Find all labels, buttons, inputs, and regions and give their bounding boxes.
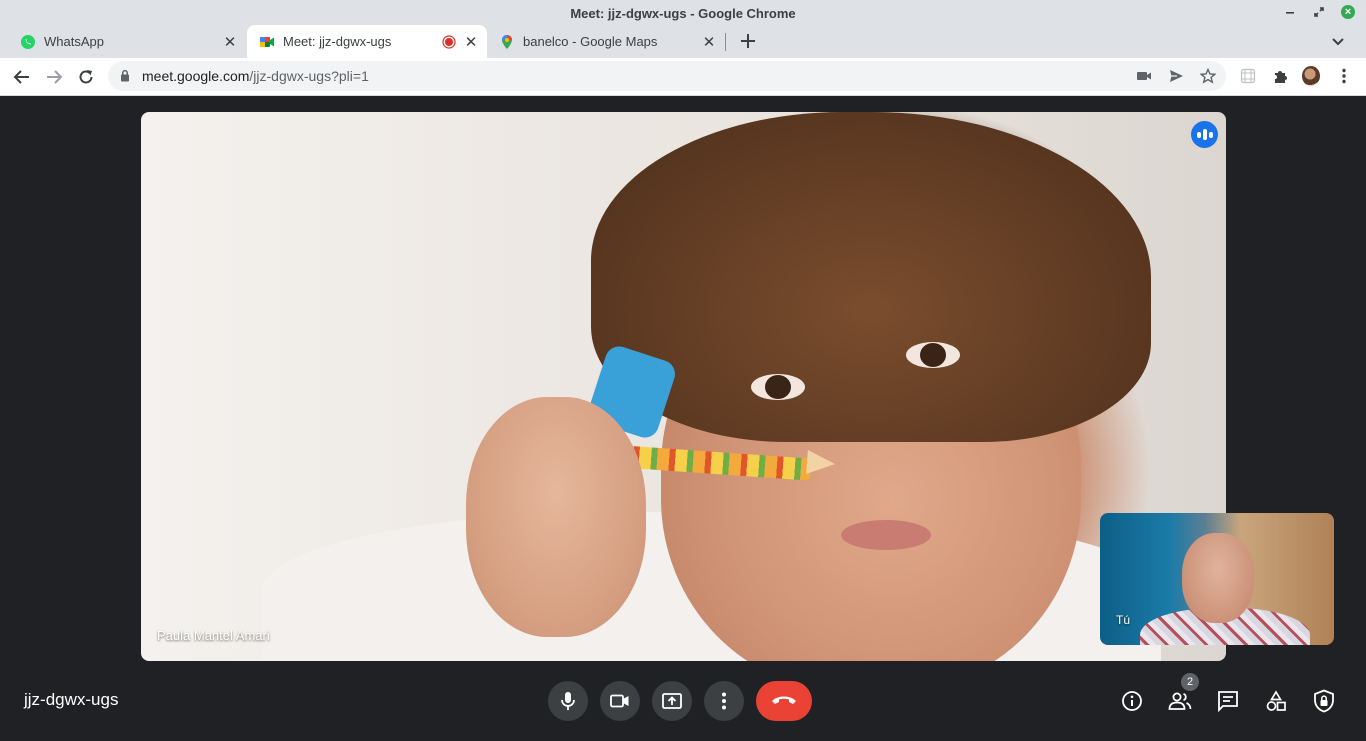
main-participant-video[interactable]: Paula Mantel Amari: [141, 112, 1226, 661]
lock-icon[interactable]: [120, 69, 130, 87]
video-content: [906, 342, 960, 368]
self-view-tile[interactable]: Tú: [1100, 513, 1334, 645]
tab-search-button[interactable]: [1330, 33, 1346, 49]
window-title: Meet: jjz-dgwx-ugs - Google Chrome: [570, 6, 796, 21]
more-vert-icon: [1342, 68, 1346, 84]
back-button[interactable]: [12, 67, 32, 87]
profile-avatar[interactable]: [1302, 66, 1320, 86]
chat-icon: [1218, 691, 1238, 712]
url-host: meet.google.com: [142, 68, 250, 84]
tab-close-icon[interactable]: ✕: [222, 34, 238, 51]
send-tab-icon[interactable]: [1168, 68, 1184, 84]
video-content: [751, 374, 805, 400]
browser-menu-button[interactable]: [1335, 67, 1353, 85]
video-content: [591, 112, 1151, 442]
plus-icon: [741, 34, 755, 48]
videocam-icon: [610, 694, 629, 708]
browser-titlebar: Meet: jjz-dgwx-ugs - Google Chrome × Wha…: [0, 0, 1366, 58]
participant-count-badge: 2: [1181, 673, 1199, 691]
leave-call-button[interactable]: [756, 681, 812, 721]
tab-label: banelco - Google Maps: [523, 34, 658, 49]
tab-close-icon[interactable]: ✕: [463, 34, 479, 51]
chevron-down-icon: [1332, 38, 1344, 46]
window-close-button[interactable]: ×: [1340, 4, 1356, 20]
tab-whatsapp[interactable]: WhatsApp ✕: [0, 25, 246, 58]
url-path: /jjz-dgwx-ugs?pli=1: [249, 68, 369, 84]
info-icon: [1122, 691, 1142, 711]
recording-indicator-icon: [441, 34, 457, 50]
activities-button[interactable]: [1264, 689, 1288, 713]
video-content: [841, 520, 931, 550]
tab-label: WhatsApp: [44, 34, 104, 49]
video-content: [1182, 533, 1254, 623]
new-tab-button[interactable]: [738, 31, 758, 51]
google-meet-icon: [259, 34, 275, 50]
reload-icon: [79, 70, 93, 84]
tab-separator: [725, 33, 726, 51]
avatar: [1302, 66, 1320, 86]
url-text: meet.google.com/jjz-dgwx-ugs?pli=1: [142, 68, 369, 84]
call-end-icon: [772, 696, 796, 704]
tab-label: Meet: jjz-dgwx-ugs: [283, 34, 392, 49]
extensions-puzzle-icon[interactable]: [1271, 67, 1289, 85]
speaking-indicator-icon: [1191, 121, 1218, 148]
chat-button[interactable]: [1216, 689, 1240, 713]
people-button[interactable]: [1168, 689, 1192, 713]
present-screen-button[interactable]: [652, 681, 692, 721]
shapes-icon: [1266, 690, 1286, 711]
tab-google-maps[interactable]: banelco - Google Maps ✕: [487, 25, 725, 58]
bookmark-star-icon[interactable]: [1200, 68, 1216, 84]
video-content: [806, 450, 836, 476]
maximize-icon[interactable]: [1311, 4, 1327, 20]
address-bar[interactable]: meet.google.com/jjz-dgwx-ugs?pli=1: [108, 61, 1226, 91]
camera-in-use-icon[interactable]: [1136, 68, 1152, 84]
reload-button[interactable]: [76, 67, 96, 87]
close-icon: ×: [1341, 5, 1355, 19]
arrow-right-icon: [47, 70, 63, 84]
google-maps-icon: [499, 34, 515, 50]
people-icon: [1168, 692, 1192, 710]
more-vert-icon: [722, 692, 726, 710]
tab-meet[interactable]: Meet: jjz-dgwx-ugs ✕: [247, 25, 487, 58]
host-controls-button[interactable]: [1312, 689, 1336, 713]
video-content: [466, 397, 646, 637]
shield-lock-icon: [1314, 689, 1334, 713]
minimize-icon[interactable]: [1282, 4, 1298, 20]
present-to-all-icon: [662, 693, 682, 709]
microphone-button[interactable]: [548, 681, 588, 721]
self-name-label: Tú: [1116, 613, 1131, 627]
extension-grid-icon[interactable]: [1239, 67, 1257, 85]
participant-name: Paula Mantel Amari: [157, 628, 270, 643]
meeting-code: jjz-dgwx-ugs: [24, 690, 119, 709]
meeting-details-button[interactable]: [1120, 689, 1144, 713]
mic-icon: [561, 692, 575, 710]
whatsapp-icon: [20, 34, 36, 50]
arrow-left-icon: [13, 70, 29, 84]
more-options-button[interactable]: [704, 681, 744, 721]
tab-close-icon[interactable]: ✕: [701, 34, 717, 51]
camera-button[interactable]: [600, 681, 640, 721]
forward-button[interactable]: [44, 67, 64, 87]
browser-toolbar: meet.google.com/jjz-dgwx-ugs?pli=1: [0, 58, 1366, 96]
